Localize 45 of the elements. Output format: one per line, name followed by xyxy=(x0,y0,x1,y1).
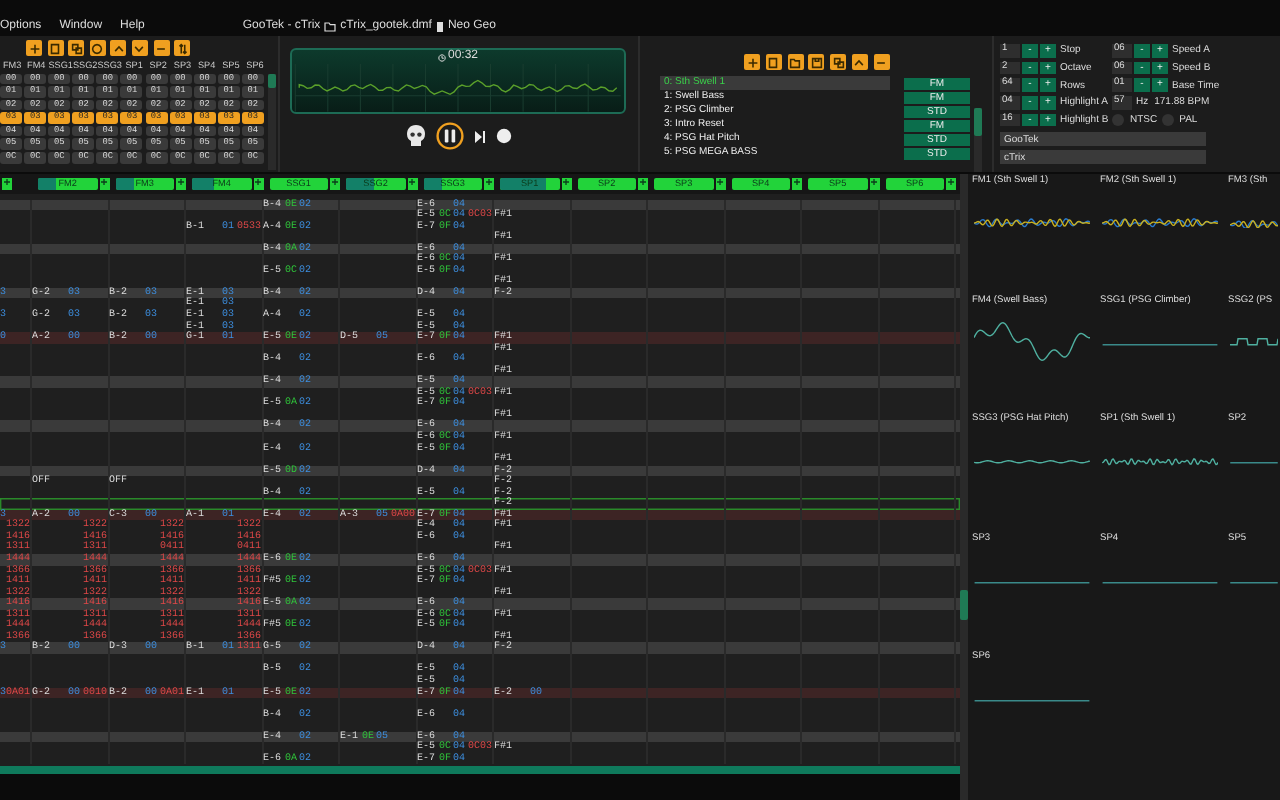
toolbar-button[interactable] xyxy=(174,40,191,56)
pause-button[interactable] xyxy=(435,122,463,150)
toolbar-button[interactable] xyxy=(89,40,106,56)
waveform-drawing xyxy=(974,459,1090,464)
toolbar-button[interactable] xyxy=(110,40,127,56)
copy-icon xyxy=(69,41,84,55)
waveform-drawing xyxy=(974,322,1090,362)
record-icon[interactable] xyxy=(495,128,511,144)
toolbar-button[interactable] xyxy=(47,40,64,56)
caret-down-icon xyxy=(132,41,147,55)
toolbar-button[interactable] xyxy=(873,54,890,70)
caret-up-icon xyxy=(111,41,126,55)
waveform-drawing xyxy=(1230,337,1278,346)
toolbar-button[interactable] xyxy=(765,54,782,70)
clock-icon xyxy=(437,53,446,62)
step-icon[interactable] xyxy=(473,129,485,143)
updown-arrows-icon xyxy=(175,41,190,55)
folder-icon xyxy=(324,22,337,32)
caret-up-icon xyxy=(852,55,867,69)
toolbar-button[interactable] xyxy=(153,40,170,56)
toolbar-button[interactable] xyxy=(787,54,804,70)
toolbar-button[interactable] xyxy=(808,54,825,70)
toolbar-button[interactable] xyxy=(851,54,868,70)
scrollbar-thumb[interactable] xyxy=(974,108,982,136)
page-icon xyxy=(766,55,781,69)
horizontal-scrollbar[interactable] xyxy=(0,766,960,774)
waveform-drawing xyxy=(974,218,1090,229)
toolbar-button[interactable] xyxy=(26,40,42,56)
toolbar-button[interactable] xyxy=(68,40,85,56)
waveform-drawing xyxy=(1102,457,1218,466)
skull-icon[interactable] xyxy=(405,124,425,148)
waveform-drawing xyxy=(1230,219,1278,229)
toolbar-button[interactable] xyxy=(131,40,148,56)
copy-icon xyxy=(831,55,846,69)
chip-icon xyxy=(435,22,444,32)
page-icon xyxy=(48,41,63,55)
plus-icon xyxy=(27,41,41,55)
toolbar-button[interactable] xyxy=(744,54,760,70)
plus-icon xyxy=(745,55,759,69)
scrollbar-thumb[interactable] xyxy=(268,74,276,88)
waveform-drawing xyxy=(1102,218,1218,229)
folder-icon xyxy=(788,55,803,69)
save-icon xyxy=(809,55,824,69)
toolbar-button[interactable] xyxy=(830,54,847,70)
scrollbar-thumb[interactable] xyxy=(960,590,968,620)
